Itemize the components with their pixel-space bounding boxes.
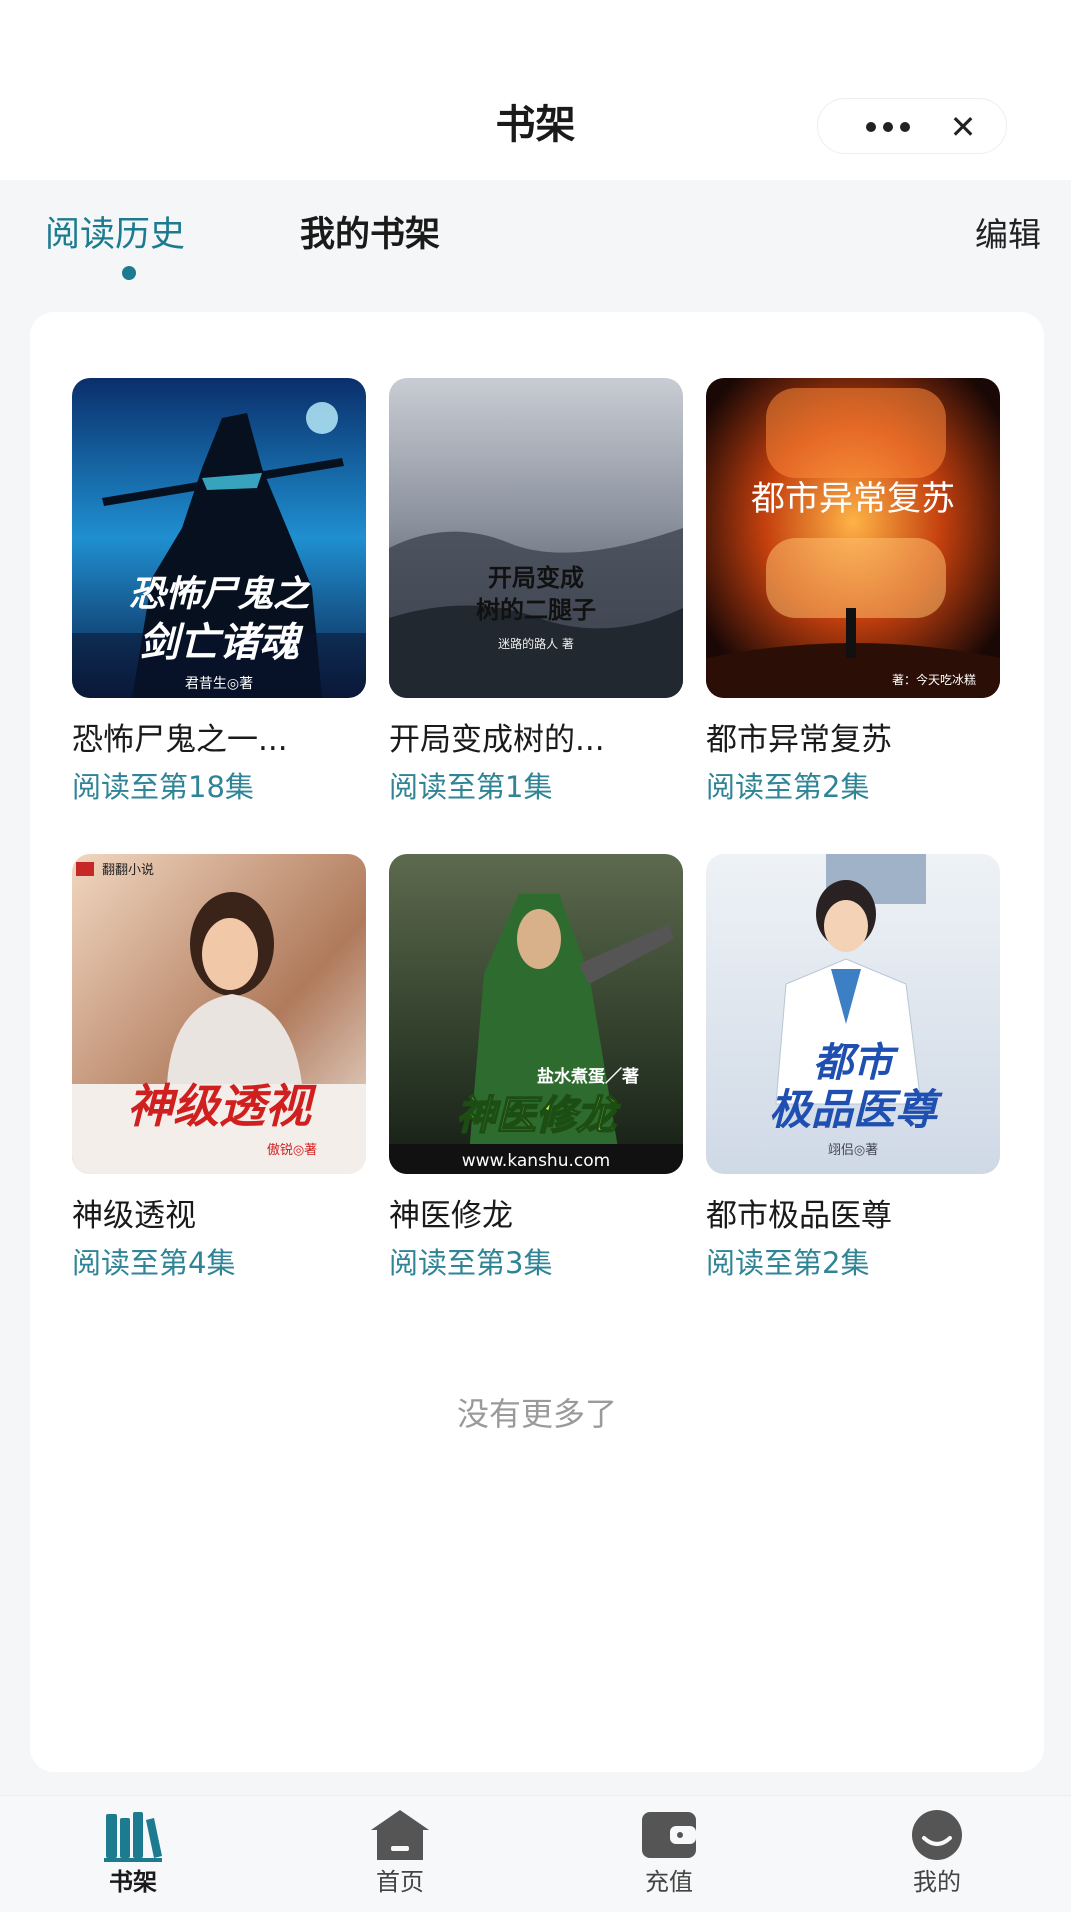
cover-title-text: 开局变成	[488, 563, 584, 592]
more-options-icon[interactable]	[848, 99, 928, 155]
reading-progress: 阅读至第2集	[706, 770, 870, 804]
book-title: 神级透视	[72, 1198, 196, 1234]
book-list-card: 恐怖尸鬼之 剑亡诸魂 君昔生◎著 恐怖尸鬼之一... 阅读至第18集 开局变成 …	[30, 312, 1044, 1772]
cover-title-text: 极品医尊	[769, 1085, 943, 1134]
book-cover[interactable]: 盐水煮蛋／著 神医修龙 www.kanshu.com	[389, 854, 683, 1174]
home-icon	[369, 1808, 431, 1862]
cover-title-text: 神级透视	[127, 1079, 317, 1133]
cover-badge-text: 翻翻小说	[102, 863, 154, 878]
title-bar: 书架 ✕	[0, 0, 1071, 180]
nav-recharge[interactable]: 充值	[609, 1808, 729, 1898]
book-item[interactable]: 恐怖尸鬼之 剑亡诸魂 君昔生◎著 恐怖尸鬼之一... 阅读至第18集	[72, 378, 366, 806]
book-title: 恐怖尸鬼之一...	[72, 722, 288, 758]
cover-url-text: www.kanshu.com	[462, 1151, 610, 1171]
bookshelf-icon	[102, 1808, 164, 1862]
cover-author-text: 盐水煮蛋／著	[537, 1066, 639, 1087]
book-cover[interactable]: 恐怖尸鬼之 剑亡诸魂 君昔生◎著	[72, 378, 366, 698]
book-title: 都市极品医尊	[706, 1198, 892, 1234]
tab-reading-history[interactable]: 阅读历史	[45, 210, 185, 260]
bottom-tab-bar: 书架 首页 充值 我的	[0, 1795, 1071, 1912]
book-cover[interactable]: 都市 极品医尊 翊侣◎著	[706, 854, 1000, 1174]
nav-home[interactable]: 首页	[340, 1808, 460, 1898]
book-item[interactable]: 开局变成 树的二腿子 迷路的路人 著 开局变成树的... 阅读至第1集	[389, 378, 683, 806]
close-icon[interactable]: ✕	[938, 99, 988, 155]
reading-progress: 阅读至第3集	[389, 1246, 553, 1280]
edit-button[interactable]: 编辑	[975, 210, 1041, 260]
cover-title-text: 树的二腿子	[476, 595, 596, 624]
book-item[interactable]: 都市异常复苏 著：今天吃冰糕 都市异常复苏 阅读至第2集	[706, 378, 1000, 806]
active-tab-indicator	[122, 266, 136, 280]
cover-author-text: 傲锐◎著	[267, 1143, 317, 1158]
reading-progress: 阅读至第1集	[389, 770, 553, 804]
book-grid: 恐怖尸鬼之 剑亡诸魂 君昔生◎著 恐怖尸鬼之一... 阅读至第18集 开局变成 …	[72, 378, 1002, 1282]
tab-bar: 阅读历史 我的书架 编辑	[0, 180, 1071, 300]
cover-title-text: 神医修龙	[456, 1093, 621, 1139]
no-more-text: 没有更多了	[456, 1395, 617, 1433]
tab-my-bookshelf[interactable]: 我的书架	[300, 210, 440, 260]
book-item[interactable]: 都市 极品医尊 翊侣◎著 都市极品医尊 阅读至第2集	[706, 854, 1000, 1282]
reading-progress: 阅读至第4集	[72, 1246, 236, 1280]
nav-label: 书架	[109, 1868, 157, 1896]
reading-progress: 阅读至第2集	[706, 1246, 870, 1280]
nav-profile[interactable]: 我的	[877, 1808, 997, 1898]
book-title: 开局变成树的...	[389, 722, 605, 758]
book-cover[interactable]: 开局变成 树的二腿子 迷路的路人 著	[389, 378, 683, 698]
cover-title-text: 都市异常复苏	[751, 479, 955, 519]
cover-author-text: 君昔生◎著	[185, 676, 253, 692]
mini-program-capsule: ✕	[817, 98, 1007, 154]
cover-title-text: 都市	[813, 1040, 899, 1086]
nav-bookshelf[interactable]: 书架	[73, 1808, 193, 1898]
cover-author-text: 迷路的路人 著	[498, 636, 574, 651]
book-cover[interactable]: 翻翻小说 神级透视 傲锐◎著	[72, 854, 366, 1174]
nav-label: 我的	[913, 1868, 961, 1896]
reading-progress: 阅读至第18集	[72, 770, 254, 804]
wallet-icon	[638, 1808, 700, 1862]
cover-title-text: 剑亡诸魂	[139, 620, 304, 666]
profile-icon	[906, 1808, 968, 1862]
book-item[interactable]: 盐水煮蛋／著 神医修龙 www.kanshu.com 神医修龙 阅读至第3集	[389, 854, 683, 1282]
cover-title-text: 恐怖尸鬼之	[129, 574, 311, 615]
nav-label: 充值	[645, 1868, 693, 1896]
cover-author-text: 著：今天吃冰糕	[892, 672, 976, 687]
book-item[interactable]: 翻翻小说 神级透视 傲锐◎著 神级透视 阅读至第4集	[72, 854, 366, 1282]
book-title: 都市异常复苏	[706, 722, 892, 758]
cover-author-text: 翊侣◎著	[828, 1143, 878, 1158]
nav-label: 首页	[376, 1868, 424, 1896]
book-cover[interactable]: 都市异常复苏 著：今天吃冰糕	[706, 378, 1000, 698]
book-title: 神医修龙	[389, 1198, 513, 1234]
